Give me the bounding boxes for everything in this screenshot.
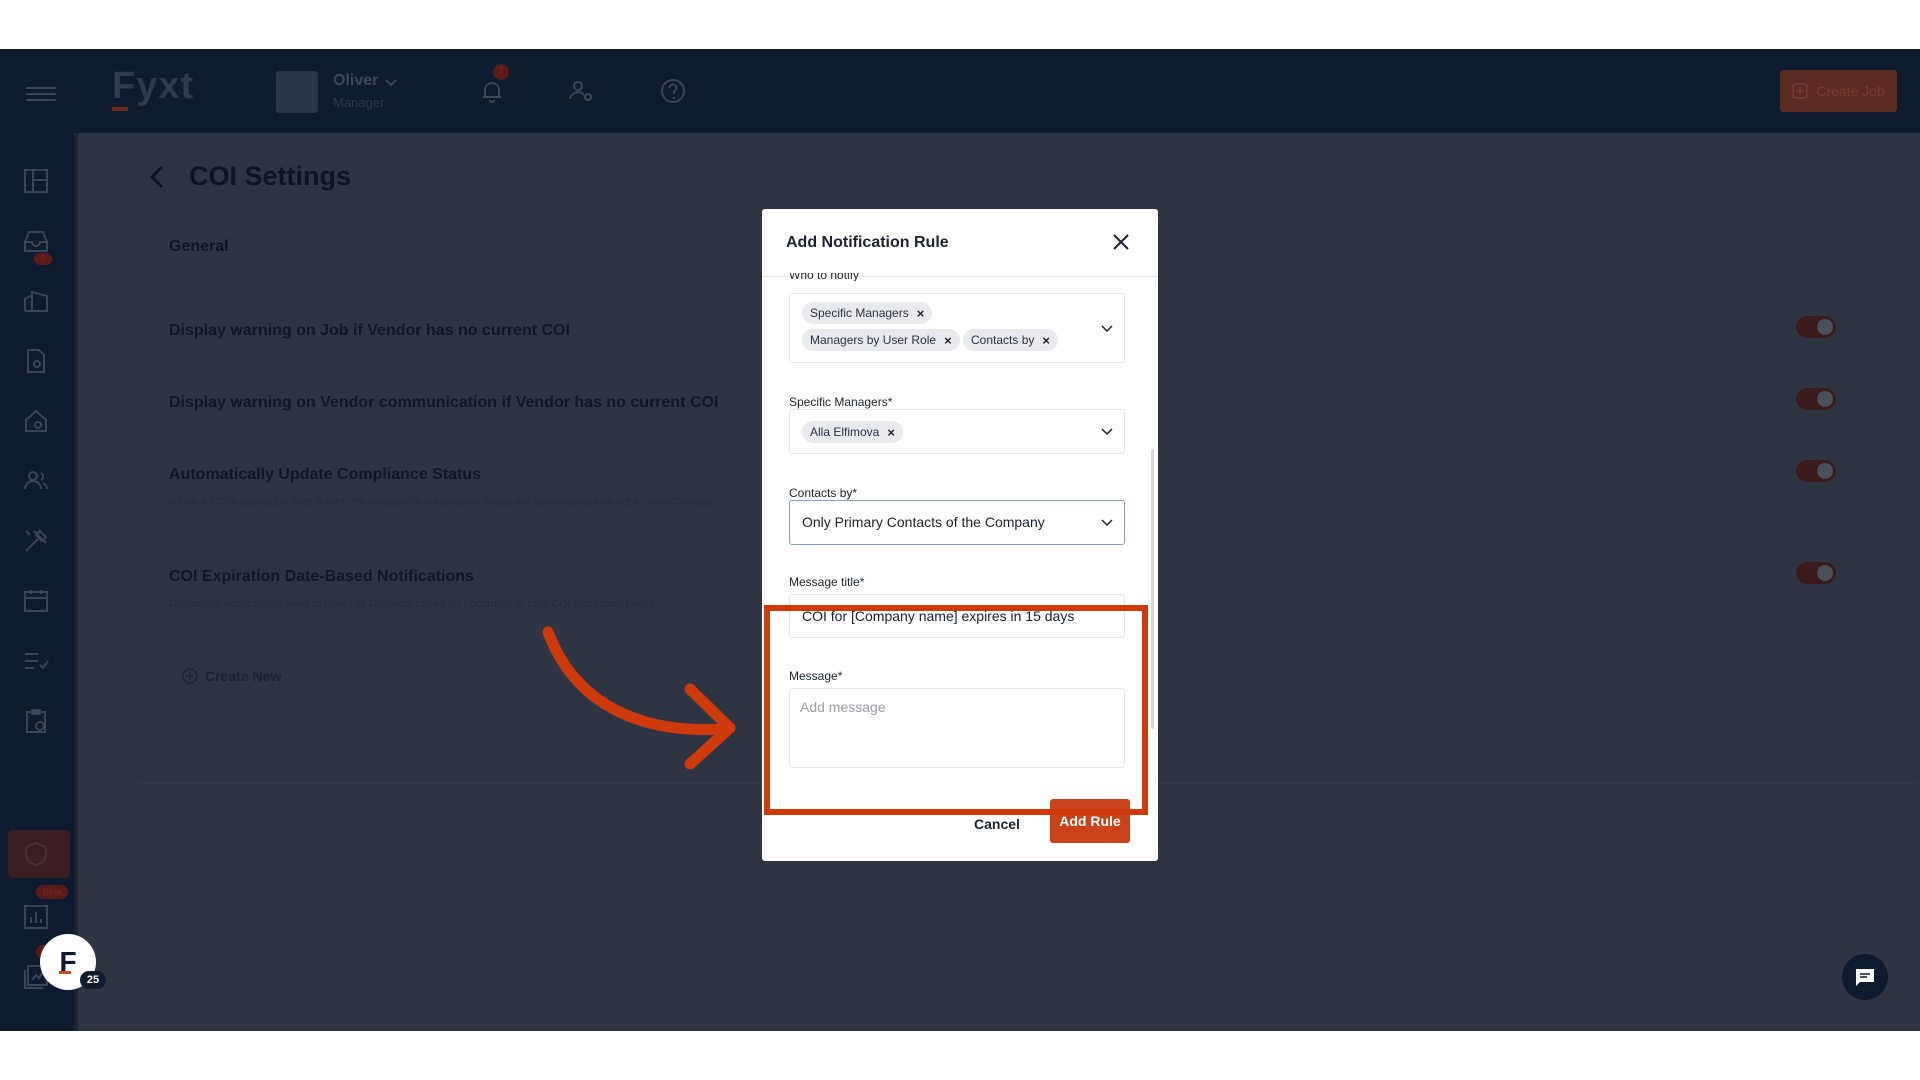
home-search-icon[interactable] bbox=[22, 407, 50, 435]
annotation-arrow-icon bbox=[542, 626, 736, 770]
fyxt-logo: Fyxt bbox=[112, 65, 195, 107]
app-stage: Fyxt Oliver Manager 7 Create Job 0 Beta … bbox=[0, 49, 1920, 1031]
message-title-label: Message title* bbox=[789, 575, 865, 589]
user-name[interactable]: Oliver bbox=[333, 72, 378, 90]
chip-managers-by-role: Managers by User Role × bbox=[802, 329, 960, 351]
bell-icon[interactable] bbox=[478, 77, 506, 105]
chevron-down-icon[interactable] bbox=[1100, 322, 1114, 336]
chevron-down-icon[interactable] bbox=[1100, 516, 1114, 530]
contacts-by-value: Only Primary Contacts of the Company bbox=[802, 514, 1045, 530]
chevron-down-icon[interactable] bbox=[1100, 425, 1114, 439]
section-title: General bbox=[169, 238, 229, 255]
remove-chip-icon[interactable]: × bbox=[944, 333, 952, 348]
setting-toggle[interactable] bbox=[1796, 460, 1836, 482]
hamburger-menu-icon[interactable] bbox=[26, 87, 56, 101]
remove-chip-icon[interactable]: × bbox=[1042, 333, 1050, 348]
setting-description: When a COI's expiration date is met, the… bbox=[169, 496, 713, 508]
chat-icon bbox=[1856, 969, 1874, 986]
chip-label: Alla Elfimova bbox=[810, 425, 880, 439]
top-bar: Fyxt Oliver Manager 7 Create Job bbox=[0, 49, 1920, 133]
chat-button[interactable] bbox=[1842, 954, 1888, 1000]
create-job-button[interactable]: Create Job bbox=[1780, 70, 1897, 112]
plus-circle-icon bbox=[182, 668, 198, 684]
chip-specific-managers: Specific Managers × bbox=[802, 302, 933, 324]
close-icon[interactable] bbox=[1108, 229, 1134, 255]
contacts-by-select[interactable]: Only Primary Contacts of the Company bbox=[789, 500, 1125, 545]
fab-count-badge: 25 bbox=[80, 971, 106, 989]
help-icon[interactable] bbox=[659, 77, 687, 105]
contacts-icon[interactable] bbox=[22, 467, 50, 495]
buildings-icon[interactable] bbox=[22, 287, 50, 315]
modal-header: Add Notification Rule bbox=[762, 209, 1158, 277]
document-search-icon[interactable] bbox=[22, 347, 50, 375]
chip-label: Managers by User Role bbox=[810, 333, 937, 347]
specific-managers-label: Specific Managers* bbox=[789, 395, 893, 409]
chip-label: Specific Managers bbox=[810, 306, 909, 320]
back-arrow-icon[interactable] bbox=[145, 163, 169, 191]
specific-managers-select[interactable]: Alla Elfimova × bbox=[789, 409, 1125, 454]
chip-contacts-by: Contacts by × bbox=[963, 329, 1058, 351]
who-to-notify-label: Who to notify bbox=[789, 273, 860, 281]
contacts-by-label: Contacts by* bbox=[789, 486, 858, 500]
create-job-label: Create Job bbox=[1816, 83, 1885, 99]
page-title: COI Settings bbox=[189, 161, 352, 191]
notification-count-badge: 7 bbox=[493, 64, 509, 80]
setting-toggle[interactable] bbox=[1796, 388, 1836, 410]
chip-manager: Alla Elfimova × bbox=[802, 421, 903, 443]
remove-chip-icon[interactable]: × bbox=[887, 425, 895, 440]
who-to-notify-select[interactable]: Specific Managers × Managers by User Role… bbox=[789, 293, 1125, 363]
inbox-icon[interactable] bbox=[22, 227, 50, 255]
setting-label: Display warning on Vendor communication … bbox=[169, 394, 719, 411]
chevron-down-icon[interactable] bbox=[384, 76, 398, 90]
setting-description: Customize notifications send to Users or… bbox=[169, 598, 655, 610]
calendar-icon[interactable] bbox=[22, 587, 50, 615]
reports-icon[interactable] bbox=[22, 903, 50, 931]
setting-label: Automatically Update Compliance Status bbox=[169, 466, 482, 483]
modal-scrollbar[interactable] bbox=[1151, 449, 1154, 729]
clipboard-clock-icon[interactable] bbox=[22, 707, 50, 735]
remove-chip-icon[interactable]: × bbox=[917, 306, 925, 321]
sidebar: 0 Beta Beta bbox=[0, 133, 78, 1031]
user-settings-icon[interactable] bbox=[567, 77, 595, 105]
user-role: Manager bbox=[333, 95, 385, 110]
inbox-badge: 0 bbox=[34, 253, 52, 265]
tools-icon[interactable] bbox=[22, 527, 50, 555]
setting-toggle[interactable] bbox=[1796, 562, 1836, 584]
fab-accent bbox=[59, 971, 71, 974]
dashboard-icon[interactable] bbox=[22, 167, 50, 195]
beta-badge: Beta bbox=[36, 885, 68, 899]
annotation-highlight-box bbox=[764, 605, 1148, 815]
chip-label: Contacts by bbox=[971, 333, 1035, 347]
plus-square-icon bbox=[1792, 83, 1808, 99]
modal-title: Add Notification Rule bbox=[786, 234, 949, 251]
setting-toggle[interactable] bbox=[1796, 316, 1836, 338]
setting-label: COI Expiration Date-Based Notifications bbox=[169, 568, 474, 585]
create-new-button[interactable]: Create New bbox=[182, 668, 281, 684]
avatar[interactable] bbox=[276, 71, 318, 113]
checklist-icon[interactable] bbox=[22, 647, 50, 675]
create-new-label: Create New bbox=[205, 668, 282, 684]
logo-underline bbox=[112, 107, 128, 111]
setting-label: Display warning on Job if Vendor has no … bbox=[169, 322, 570, 339]
shield-icon[interactable] bbox=[22, 840, 50, 868]
